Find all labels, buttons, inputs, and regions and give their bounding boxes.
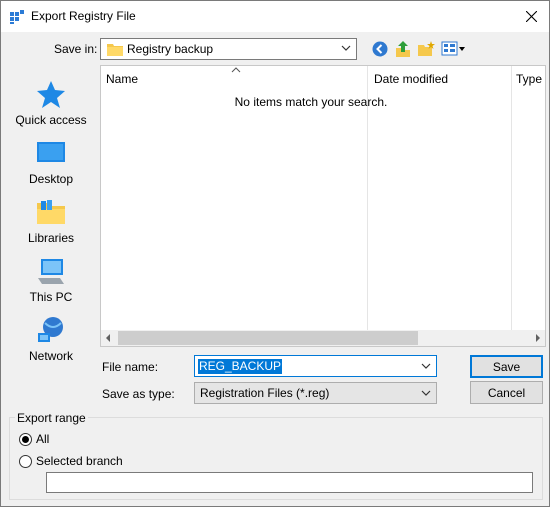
scrollbar-thumb[interactable]	[118, 331, 418, 345]
file-name-value: REG_BACKUP	[198, 359, 283, 374]
selected-branch-input[interactable]	[46, 472, 533, 493]
place-desktop[interactable]: Desktop	[2, 134, 100, 192]
place-label: This PC	[29, 290, 73, 304]
close-button[interactable]	[513, 1, 549, 32]
places-bar: Quick access Desktop Libraries This PC N…	[2, 65, 100, 363]
export-range-title: Export range	[15, 411, 88, 425]
cancel-button[interactable]: Cancel	[470, 381, 543, 404]
scroll-right-icon[interactable]	[535, 333, 541, 343]
place-quick-access[interactable]: Quick access	[2, 75, 100, 133]
sort-arrow-icon	[231, 67, 241, 73]
this-pc-icon	[38, 259, 64, 284]
place-label: Desktop	[28, 172, 74, 186]
radio-selected-branch-label: Selected branch	[36, 454, 123, 468]
desktop-icon	[37, 142, 65, 162]
scroll-left-icon[interactable]	[105, 333, 111, 343]
save-in-dropdown[interactable]: Registry backup	[100, 38, 357, 60]
radio-button[interactable]	[19, 432, 32, 446]
back-button[interactable]	[371, 40, 389, 58]
close-icon	[525, 11, 537, 22]
chevron-down-icon[interactable]	[420, 360, 432, 372]
new-folder-button[interactable]	[417, 40, 435, 58]
file-name-label: File name:	[102, 360, 159, 374]
chevron-down-icon	[421, 390, 431, 396]
view-grid-icon	[441, 41, 465, 56]
radio-selected-branch[interactable]: Selected branch	[19, 454, 123, 468]
registry-editor-icon	[10, 10, 24, 24]
empty-message: No items match your search.	[234, 95, 388, 109]
radio-all-label: All	[36, 432, 50, 446]
chevron-down-icon	[341, 45, 351, 51]
place-libraries[interactable]: Libraries	[2, 193, 100, 251]
save-in-value: Registry backup	[127, 42, 214, 56]
file-name-field[interactable]: REG_BACKUP	[194, 355, 437, 377]
save-button[interactable]: Save	[470, 355, 543, 378]
column-header-type[interactable]: Type	[516, 66, 542, 91]
radio-all[interactable]: All	[19, 432, 49, 446]
network-icon	[38, 317, 63, 342]
save-in-label: Save in:	[54, 42, 98, 56]
save-as-type-value: Registration Files (*.reg)	[200, 386, 330, 400]
column-header-name[interactable]: Name	[106, 66, 138, 91]
horizontal-scrollbar[interactable]	[101, 330, 545, 346]
save-as-type-dropdown[interactable]: Registration Files (*.reg)	[194, 382, 437, 404]
place-label: Quick access	[15, 113, 87, 127]
file-list[interactable]: Name Date modified Type No items match y…	[100, 65, 546, 347]
place-network[interactable]: Network	[2, 311, 100, 369]
title-bar: Export Registry File	[1, 1, 549, 32]
view-menu-button[interactable]	[441, 40, 467, 58]
window-title: Export Registry File	[31, 9, 136, 23]
folder-icon	[107, 44, 123, 56]
column-header-date-modified[interactable]: Date modified	[374, 66, 448, 91]
place-label: Libraries	[27, 231, 75, 245]
place-label: Network	[28, 349, 73, 363]
quick-access-star-icon	[37, 81, 65, 108]
libraries-icon	[37, 200, 65, 224]
up-folder-button[interactable]	[394, 40, 412, 58]
save-as-type-label: Save as type:	[102, 387, 175, 401]
place-this-pc[interactable]: This PC	[2, 252, 100, 310]
radio-button[interactable]	[19, 454, 32, 468]
export-registry-dialog: Export Registry File Save in: Registry b…	[0, 0, 550, 507]
